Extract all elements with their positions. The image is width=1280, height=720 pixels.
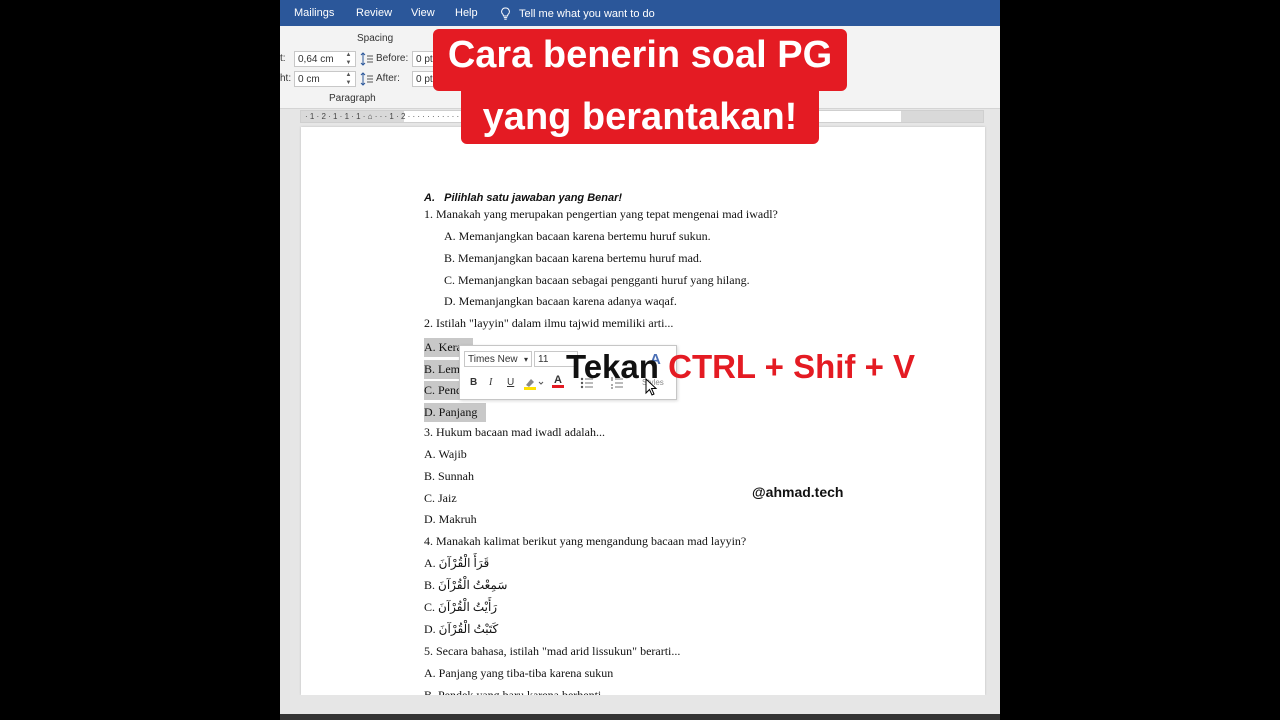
font-name-box[interactable]: Times New ▾	[464, 351, 532, 367]
tab-review[interactable]: Review	[356, 7, 392, 19]
q1-option-b: B. Memanjangkan bacaan karena bertemu hu…	[444, 251, 702, 265]
indent-left-spinner[interactable]: ▲ ▼	[344, 51, 353, 67]
indent-right-label: ht:	[280, 73, 292, 84]
tell-me-text: Tell me what you want to do	[519, 7, 655, 20]
paragraph-group-label: Paragraph	[329, 93, 376, 104]
q3-option-c: C. Jaiz	[424, 491, 457, 505]
video-title-banner-line2: yang berantakan!	[461, 91, 819, 144]
q4-option-c: C. رَأَيْتُ الْقُرْآنَ	[424, 600, 498, 614]
underline-button[interactable]: U	[507, 377, 514, 388]
tab-help[interactable]: Help	[455, 7, 478, 19]
bottom-strip	[280, 714, 1000, 720]
q2-option-d-selected: D. Panjang	[424, 403, 486, 422]
lightbulb-icon	[501, 7, 510, 20]
q4-option-d: D. كَتَبْتُ الْقُرْآنَ	[424, 622, 499, 636]
q5-option-a: A. Panjang yang tiba-tiba karena sukun	[424, 666, 614, 680]
indent-left-label: t:	[280, 53, 286, 64]
q1-option-c: C. Memanjangkan bacaan sebagai pengganti…	[444, 273, 750, 287]
section-heading: A. Pilihlah satu jawaban yang Benar!	[424, 192, 623, 204]
q3-option-d: D. Makruh	[424, 512, 477, 526]
question-5: 5. Secara bahasa, istilah "mad arid liss…	[424, 644, 681, 658]
title-line-2: yang berantakan!	[482, 96, 798, 138]
ribbon-tab-bar: Mailings Review View Help Tell me what y…	[280, 0, 1000, 26]
q4-option-b: B. سَمِعْتُ الْقُرْآنَ	[424, 578, 508, 592]
question-1: 1. Manakah yang merupakan pengertian yan…	[424, 207, 778, 221]
title-line-1: Cara benerin soal PG	[447, 34, 833, 76]
shortcut-caption: Tekan CTRL + Shif + V	[566, 348, 915, 386]
tab-mailings[interactable]: Mailings	[294, 7, 334, 19]
font-color-button[interactable]: A	[552, 374, 564, 388]
before-input[interactable]: 0 pt	[412, 51, 434, 67]
document-page[interactable]: A. Pilihlah satu jawaban yang Benar! 1. …	[301, 127, 985, 702]
question-3: 3. Hukum bacaan mad iwadl adalah...	[424, 425, 605, 439]
spacing-after-icon	[360, 72, 373, 86]
indent-right-spinner[interactable]: ▲ ▼	[344, 71, 353, 87]
before-label: Before:	[376, 53, 409, 64]
q1-option-d: D. Memanjangkan bacaan karena adanya waq…	[444, 294, 677, 308]
bold-button[interactable]: B	[470, 377, 477, 388]
italic-button[interactable]: I	[489, 377, 492, 388]
q3-option-b: B. Sunnah	[424, 469, 475, 483]
ruler-right-margin	[901, 111, 983, 122]
q1-option-a: A. Memanjangkan bacaan karena bertemu hu…	[444, 229, 711, 243]
chevron-down-icon: ▾	[523, 355, 528, 364]
question-2: 2. Istilah "layyin" dalam ilmu tajwid me…	[424, 316, 674, 330]
after-input[interactable]: 0 pt	[412, 71, 434, 87]
creator-watermark: @ahmad.tech	[752, 484, 844, 500]
font-color-letter: A	[554, 374, 562, 386]
mouse-cursor-icon	[645, 378, 658, 396]
question-4: 4. Manakah kalimat berikut yang mengandu…	[424, 534, 747, 548]
after-label: After:	[376, 73, 400, 84]
font-name-value: Times New	[468, 354, 518, 365]
highlight-color-icon[interactable]	[523, 376, 545, 390]
tell-me-search[interactable]: Tell me what you want to do	[500, 7, 655, 20]
spacing-label: Spacing	[357, 33, 394, 44]
q3-option-a: A. Wajib	[424, 447, 467, 461]
font-size-value: 11	[538, 354, 549, 365]
shortcut-keys: CTRL + Shif + V	[668, 348, 916, 385]
q4-option-a: A. قَرَأَ الْقُرْآنَ	[424, 556, 490, 570]
status-area	[280, 695, 1000, 715]
video-title-banner: Cara benerin soal PG	[433, 29, 847, 91]
tab-view[interactable]: View	[411, 7, 435, 19]
spacing-before-icon	[360, 52, 373, 66]
